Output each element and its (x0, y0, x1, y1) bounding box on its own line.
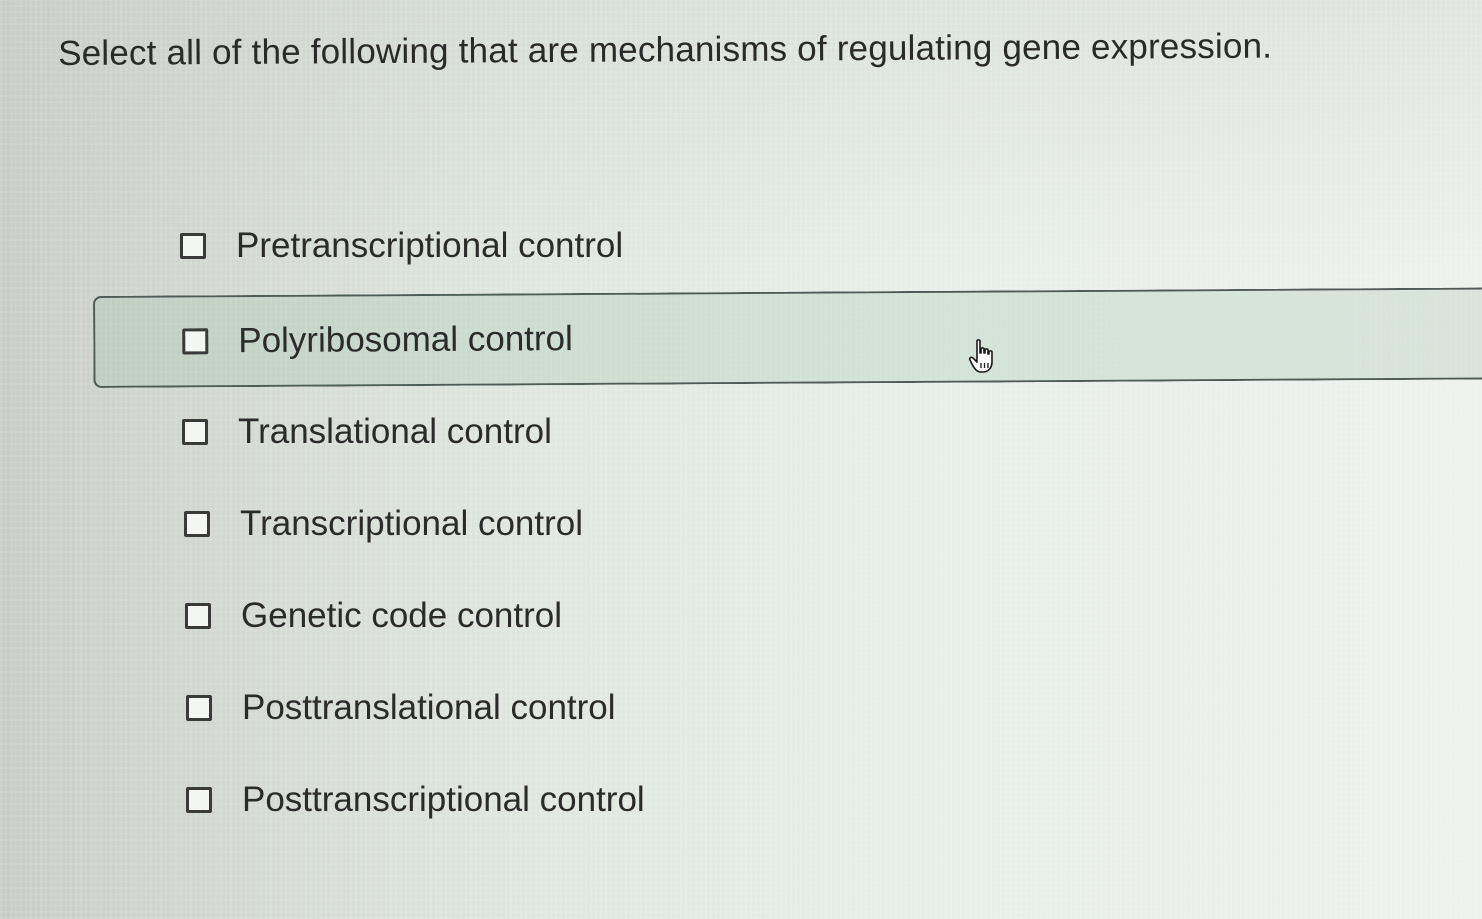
option-label: Translational control (238, 412, 552, 451)
option-row-transcriptional[interactable]: Transcriptional control (184, 494, 583, 554)
checkbox[interactable] (180, 233, 206, 259)
checkbox[interactable] (186, 787, 212, 813)
screen: Select all of the following that are mec… (0, 0, 1482, 919)
option-label: Genetic code control (241, 596, 563, 635)
option-label: Polyribosomal control (238, 319, 573, 361)
checkbox[interactable] (186, 695, 212, 721)
checkbox[interactable] (184, 511, 210, 537)
checkbox[interactable] (185, 603, 211, 629)
option-row-genetic-code[interactable]: Genetic code control (185, 586, 562, 646)
hand-pointer-icon (968, 339, 993, 373)
option-label: Posttranscriptional control (242, 780, 645, 819)
option-row-pretranscriptional[interactable]: Pretranscriptional control (180, 216, 623, 276)
option-label: Transcriptional control (240, 504, 584, 543)
option-label: Pretranscriptional control (236, 226, 624, 265)
option-row-polyribosomal[interactable]: Polyribosomal control (93, 287, 1482, 388)
option-label: Posttranslational control (242, 688, 616, 727)
option-row-posttranslational[interactable]: Posttranslational control (186, 678, 616, 738)
option-row-posttranscriptional[interactable]: Posttranscriptional control (186, 770, 645, 830)
checkbox[interactable] (182, 419, 208, 445)
checkbox[interactable] (182, 328, 209, 355)
answer-options: Pretranscriptional control Polyribosomal… (0, 0, 1482, 919)
option-row-translational[interactable]: Translational control (182, 402, 552, 462)
